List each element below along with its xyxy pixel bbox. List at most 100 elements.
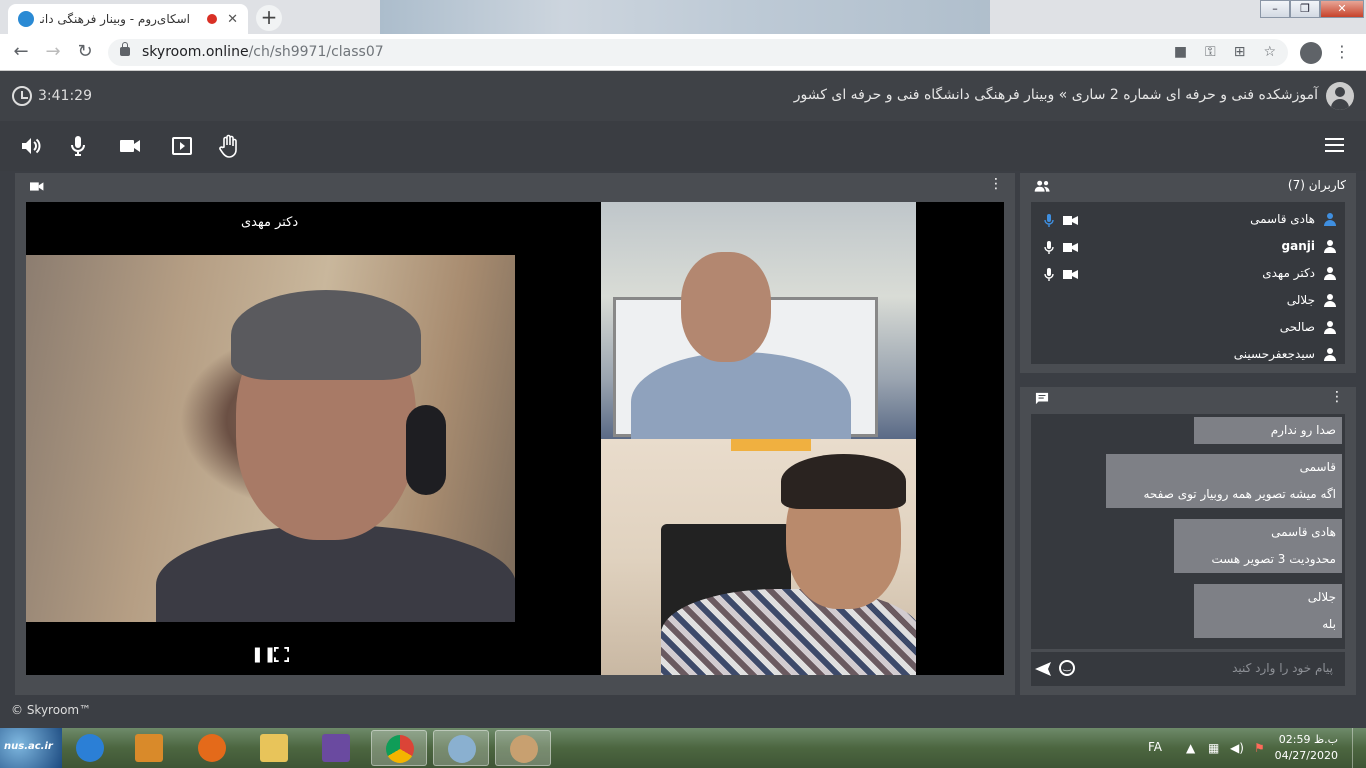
- video-panel-camera-icon: [30, 182, 44, 191]
- microphone-icon[interactable]: [66, 133, 90, 159]
- chat-message-sender: هادی قاسمی: [1271, 525, 1336, 539]
- timer-value: 3:41:29: [38, 88, 92, 104]
- user-row[interactable]: جلالی: [1031, 288, 1345, 315]
- user-icon: [1323, 294, 1337, 308]
- session-timer: 3:41:29: [12, 86, 92, 106]
- chrome-app[interactable]: [371, 730, 427, 766]
- browser-titlebar: اسکای‌روم - وبینار فرهنگی دانشگاه فنی و …: [0, 0, 1366, 34]
- profile-avatar-icon[interactable]: [1300, 42, 1322, 64]
- url-field[interactable]: skyroom.online/ch/sh9971/class07: [108, 39, 1288, 66]
- system-tray: FA ▲ ▦ ◀) ⚑ 02:59 ب.ظ 04/27/2020: [1136, 728, 1366, 768]
- chrome-icon: [386, 735, 414, 763]
- file-explorer-app[interactable]: [246, 730, 302, 766]
- pause-icon[interactable]: ❚❚: [251, 645, 276, 663]
- key-icon[interactable]: ⚿: [1205, 44, 1216, 60]
- user-row[interactable]: دکتر مهدی: [1031, 261, 1345, 288]
- emoji-icon[interactable]: ‿: [1059, 660, 1075, 676]
- visual-studio-icon: [322, 734, 350, 762]
- window-controls: – ❐ ✕: [1260, 0, 1364, 20]
- user-mic-icon: [1044, 268, 1054, 281]
- chat-input-placeholder: پیام خود را وارد کنید: [1232, 661, 1333, 675]
- user-row[interactable]: صالحی: [1031, 315, 1345, 342]
- chat-message: جلالی بله: [1194, 584, 1342, 638]
- new-tab-button[interactable]: +: [256, 5, 282, 31]
- show-hidden-icons-icon[interactable]: ▲: [1186, 741, 1195, 755]
- start-button[interactable]: nus.ac.ir: [0, 728, 62, 768]
- desktop-background-strip: [380, 0, 990, 34]
- video-stage: دکتر مهدی ❚❚: [26, 202, 1004, 675]
- user-icon: [1323, 213, 1337, 227]
- fullscreen-icon[interactable]: [274, 647, 289, 662]
- skyroom-favicon-icon: [18, 11, 34, 27]
- action-center-icon[interactable]: ⚑: [1254, 741, 1265, 755]
- recording-indicator-icon: [207, 14, 218, 24]
- translate-icon[interactable]: ⊞: [1234, 44, 1246, 60]
- participant-video-2[interactable]: [601, 439, 916, 675]
- volume-icon[interactable]: ◀): [1230, 741, 1244, 755]
- start-label: nus.ac.ir: [4, 741, 53, 752]
- browser-menu-icon[interactable]: ⋮: [1334, 42, 1350, 61]
- present-icon[interactable]: [170, 133, 194, 159]
- back-arrow-icon[interactable]: ←: [10, 42, 32, 64]
- paint-palette-icon: [510, 735, 538, 763]
- main-speaker-video[interactable]: [26, 255, 515, 622]
- taskbar-time: 02:59 ب.ظ: [1278, 733, 1338, 746]
- camera-blocked-icon[interactable]: ■: [1174, 44, 1187, 60]
- chat-message-text: صدا رو ندارم: [1270, 423, 1336, 437]
- paint-app[interactable]: [495, 730, 551, 766]
- user-row[interactable]: ganji: [1031, 234, 1345, 261]
- room-title: آموزشکده فنی و حرفه ای شماره 2 ساری » وب…: [793, 87, 1318, 103]
- video-panel: ⋮ دکتر مهدی ❚❚: [15, 173, 1015, 695]
- forward-arrow-icon[interactable]: →: [42, 42, 64, 64]
- user-name: سیدجعفرحسینی: [1233, 347, 1315, 361]
- raise-hand-icon[interactable]: [217, 133, 241, 159]
- user-mic-icon: [1044, 241, 1054, 254]
- user-icon: [1323, 240, 1337, 254]
- chat-bubble-icon: [1035, 392, 1049, 405]
- tab-close-button[interactable]: ✕: [227, 12, 238, 27]
- chat-menu-icon[interactable]: ⋮: [1330, 389, 1344, 405]
- user-name: دکتر مهدی: [1262, 266, 1315, 280]
- internet-explorer-app[interactable]: [62, 730, 118, 766]
- show-desktop-button[interactable]: [1352, 728, 1366, 768]
- chat-message: هادی قاسمی محدودیت 3 تصویر هست: [1174, 519, 1342, 573]
- camera-icon[interactable]: [118, 133, 142, 159]
- user-account-icon[interactable]: [1326, 82, 1354, 110]
- user-row[interactable]: هادی قاسمی: [1031, 207, 1345, 234]
- browser-tab[interactable]: اسکای‌روم - وبینار فرهنگی دانشگاه فنی و …: [8, 4, 248, 34]
- chat-messages: صدا رو ندارم قاسمی اگه میشه تصویر همه رو…: [1031, 414, 1345, 649]
- firefox-icon: [198, 734, 226, 762]
- user-row[interactable]: سیدجعفرحسینی: [1031, 342, 1345, 364]
- main-speaker-name: دکتر مهدی: [241, 215, 299, 230]
- maximize-button[interactable]: ❐: [1290, 0, 1320, 18]
- chat-input[interactable]: ‿ پیام خود را وارد کنید: [1031, 652, 1345, 686]
- user-name: صالحی: [1279, 320, 1315, 334]
- user-name: جلالی: [1286, 293, 1315, 307]
- visual-studio-app[interactable]: [308, 730, 364, 766]
- bookmark-star-icon[interactable]: ☆: [1263, 44, 1276, 60]
- close-window-button[interactable]: ✕: [1320, 0, 1364, 18]
- participant-video-1[interactable]: [601, 202, 916, 439]
- taskbar-clock[interactable]: 02:59 ب.ظ 04/27/2020: [1275, 732, 1338, 764]
- copyright-footer: © Skyroom™: [11, 703, 92, 717]
- folder-icon: [260, 734, 288, 762]
- chat-message: قاسمی اگه میشه تصویر همه روبیار توی صفحه: [1106, 454, 1342, 508]
- language-indicator[interactable]: FA: [1148, 740, 1162, 754]
- url-host: skyroom.online: [142, 44, 249, 60]
- firefox-app[interactable]: [184, 730, 240, 766]
- clock-icon: [12, 86, 32, 106]
- speaker-icon[interactable]: [19, 133, 43, 159]
- chat-message-text: محدودیت 3 تصویر هست: [1211, 552, 1336, 566]
- video-panel-menu-icon[interactable]: ⋮: [989, 176, 1003, 192]
- user-camera-icon: [1063, 216, 1078, 225]
- minimize-button[interactable]: –: [1260, 0, 1290, 18]
- send-icon[interactable]: [1035, 662, 1051, 676]
- windows-taskbar: nus.ac.ir FA ▲ ▦ ◀) ⚑ 02:59 ب.ظ 04/27/20…: [0, 728, 1366, 768]
- user-icon: [1323, 321, 1337, 335]
- media-player-app[interactable]: [121, 730, 177, 766]
- main-menu-icon[interactable]: [1325, 138, 1344, 156]
- network-icon[interactable]: ▦: [1208, 741, 1219, 755]
- tab-title: اسکای‌روم - وبینار فرهنگی دانشگاه فنی و …: [40, 12, 190, 26]
- media-center-app[interactable]: [433, 730, 489, 766]
- reload-icon[interactable]: ↻: [74, 42, 96, 64]
